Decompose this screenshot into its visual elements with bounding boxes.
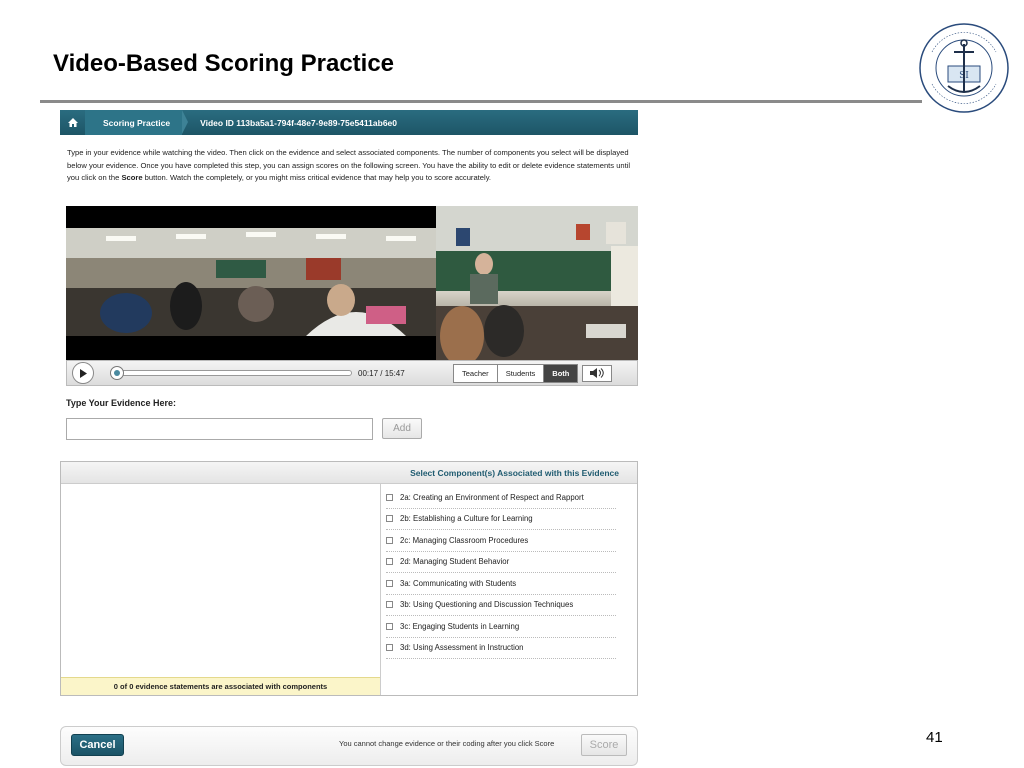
component-label: 3c: Engaging Students in Learning (400, 621, 520, 631)
view-both-button[interactable]: Both (544, 364, 578, 382)
component-label: 2a: Creating an Environment of Respect a… (400, 492, 584, 502)
footer-bar: Cancel You cannot change evidence or the… (60, 726, 638, 766)
playback-time: 00:17 / 15:47 (358, 368, 405, 378)
view-students-button[interactable]: Students (497, 364, 545, 382)
component-item[interactable]: 3b: Using Questioning and Discussion Tec… (386, 595, 616, 616)
component-checkbox[interactable] (386, 515, 393, 523)
breadcrumb-video-id: Video ID 113ba5a1-794f-48e7-9e89-75e5411… (200, 117, 397, 128)
play-button[interactable] (72, 362, 94, 384)
view-switcher: Teacher Students Both (453, 363, 579, 383)
video-player[interactable] (66, 206, 638, 360)
component-checkbox[interactable] (386, 579, 393, 587)
teacher-closeup-image (436, 206, 638, 360)
component-label: 3a: Communicating with Students (400, 578, 517, 588)
classroom-panorama-image (66, 228, 436, 336)
evidence-list: 0 of 0 evidence statements are associate… (61, 484, 381, 695)
component-label: 3b: Using Questioning and Discussion Tec… (400, 600, 574, 610)
volume-button[interactable] (582, 364, 613, 382)
score-emphasis: Score (121, 173, 143, 183)
page-number: 41 (926, 729, 943, 746)
scoring-practice-app: Scoring Practice Video ID 113ba5a1-794f-… (60, 110, 638, 766)
home-button[interactable] (60, 110, 85, 135)
component-item[interactable]: 2c: Managing Classroom Procedures (386, 530, 616, 552)
play-icon (80, 368, 87, 378)
component-checkbox[interactable] (386, 622, 393, 630)
students-panorama-view (66, 228, 436, 336)
speaker-icon (590, 368, 605, 378)
component-item[interactable]: 2d: Managing Student Behavior (386, 552, 616, 573)
component-label: 2b: Establishing a Culture for Learning (400, 514, 533, 524)
component-label: 2d: Managing Student Behavior (400, 557, 510, 567)
view-teacher-button[interactable]: Teacher (454, 364, 498, 382)
score-warning-note: You cannot change evidence or their codi… (339, 739, 555, 748)
slide-title: Video-Based Scoring Practice (53, 50, 395, 77)
component-checkbox[interactable] (386, 536, 393, 544)
component-checkbox[interactable] (386, 644, 393, 652)
evidence-input[interactable] (66, 418, 373, 440)
component-item[interactable]: 2b: Establishing a Culture for Learning (386, 509, 616, 530)
component-item[interactable]: 2a: Creating an Environment of Respect a… (386, 487, 616, 509)
title-divider (40, 100, 922, 103)
home-icon (67, 118, 78, 127)
breadcrumb: Scoring Practice Video ID 113ba5a1-794f-… (60, 110, 638, 135)
component-checkbox[interactable] (386, 493, 393, 501)
seek-bar[interactable] (110, 366, 352, 380)
component-list: 2a: Creating an Environment of Respect a… (386, 487, 616, 659)
component-item[interactable]: 3d: Using Assessment in Instruction (386, 638, 616, 659)
component-checkbox[interactable] (386, 558, 393, 566)
component-label: 3d: Using Assessment in Instruction (400, 643, 524, 653)
association-status: 0 of 0 evidence statements are associate… (61, 677, 380, 695)
board-of-regents-seal: SI (919, 23, 1009, 113)
components-heading: Select Component(s) Associated with this… (61, 462, 637, 484)
add-evidence-button[interactable]: Add (382, 418, 422, 439)
breadcrumb-scoring-practice[interactable]: Scoring Practice (85, 110, 189, 135)
component-checkbox[interactable] (386, 601, 393, 609)
teacher-closeup-view (436, 206, 638, 360)
seek-handle[interactable] (110, 366, 125, 380)
score-button[interactable]: Score (581, 734, 627, 756)
cancel-button[interactable]: Cancel (71, 734, 124, 756)
component-item[interactable]: 3c: Engaging Students in Learning (386, 616, 616, 638)
components-panel: Select Component(s) Associated with this… (60, 461, 638, 696)
evidence-label: Type Your Evidence Here: (66, 398, 177, 408)
video-controls: 00:17 / 15:47 Teacher Students Both (66, 360, 638, 386)
component-item[interactable]: 3a: Communicating with Students (386, 573, 616, 595)
component-label: 2c: Managing Classroom Procedures (400, 535, 529, 545)
